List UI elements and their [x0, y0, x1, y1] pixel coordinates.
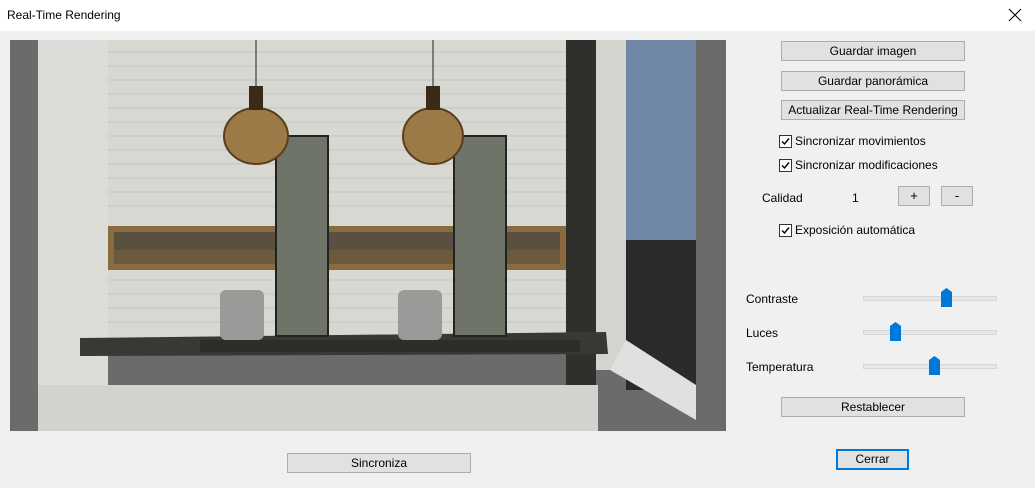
contrast-label: Contraste — [746, 292, 799, 306]
slider-track — [863, 296, 997, 301]
quality-minus-button[interactable]: - — [941, 186, 973, 206]
sync-modifications-checkbox[interactable]: Sincronizar modificaciones — [779, 157, 938, 173]
contrast-slider[interactable] — [863, 287, 997, 309]
quality-value: 1 — [852, 191, 859, 205]
checkbox-box[interactable] — [779, 223, 792, 237]
close-button[interactable]: Cerrar — [836, 449, 909, 470]
sync-movements-label: Sincronizar movimientos — [795, 134, 926, 148]
checkmark-icon — [781, 137, 790, 145]
checkbox-box[interactable] — [779, 158, 792, 172]
close-icon[interactable] — [1003, 3, 1027, 27]
checkmark-icon — [781, 161, 790, 169]
render-viewport[interactable] — [10, 40, 726, 431]
save-image-button[interactable]: Guardar imagen — [781, 41, 965, 61]
quality-label: Calidad — [762, 191, 803, 205]
save-panoramic-button[interactable]: Guardar panorámica — [781, 71, 965, 91]
temperature-slider[interactable] — [863, 355, 997, 377]
sync-movements-checkbox[interactable]: Sincronizar movimientos — [779, 133, 926, 149]
title-bar: Real-Time Rendering — [0, 0, 1035, 31]
sync-modifications-label: Sincronizar modificaciones — [795, 158, 938, 172]
sync-button[interactable]: Sincroniza — [287, 453, 471, 473]
temperature-label: Temperatura — [746, 360, 814, 374]
lights-slider[interactable] — [863, 321, 997, 343]
checkbox-box[interactable] — [779, 134, 792, 148]
checkmark-icon — [781, 226, 790, 234]
auto-exposure-checkbox[interactable]: Exposición automática — [779, 222, 915, 238]
update-rendering-button[interactable]: Actualizar Real-Time Rendering — [781, 100, 965, 120]
slider-thumb[interactable] — [890, 322, 902, 341]
quality-plus-button[interactable]: + — [898, 186, 930, 206]
lights-label: Luces — [746, 326, 779, 340]
slider-track — [863, 330, 997, 335]
slider-thumb[interactable] — [929, 356, 941, 375]
reset-button[interactable]: Restablecer — [781, 397, 965, 417]
slider-thumb[interactable] — [941, 288, 953, 307]
auto-exposure-label: Exposición automática — [795, 223, 916, 237]
window-title: Real-Time Rendering — [7, 8, 121, 22]
